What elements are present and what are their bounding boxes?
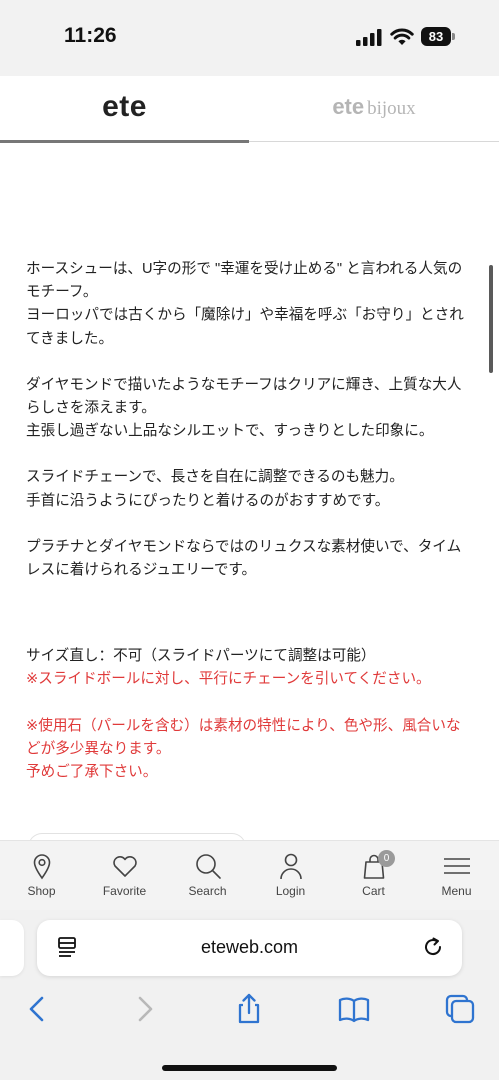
nav-cart[interactable]: 0 Cart	[332, 841, 415, 911]
description-text: ダイヤモンドで描いたようなモチーフはクリアに輝き、上質な大人らしさを添えます。	[26, 376, 462, 417]
description-text: ヨーロッパでは古くから「魔除け」や幸福を呼ぶ「お守り」とされてきました。	[26, 307, 464, 347]
description-paragraph: ホースシューは、U字の形で "幸運を受け止める" と言われる人気のモチーフ。 ヨ…	[26, 258, 474, 351]
nav-shop-label: Shop	[27, 884, 56, 898]
description-text: 手首に沿うようにぴったりと着けるのがおすすめです。	[26, 492, 390, 509]
forward-arrow-icon[interactable]	[128, 992, 162, 1026]
cellular-signal-icon	[356, 29, 382, 46]
user-icon	[280, 853, 302, 880]
tab-bijoux-main: ete	[332, 94, 365, 119]
description-paragraph: スライドチェーンで、長さを自在に調整できるのも魅力。 手首に沿うようにぴったりと…	[26, 466, 474, 512]
nav-menu[interactable]: Menu	[415, 841, 498, 911]
battery-level: 83	[428, 29, 444, 44]
site-bottom-nav: Shop Favorite Search Login 0 Cart Menu	[0, 840, 499, 910]
tab-ete-bijoux[interactable]: ete bijoux	[249, 76, 499, 142]
wifi-icon	[390, 28, 414, 45]
previous-tab-edge[interactable]	[0, 920, 24, 976]
description-text: プラチナとダイヤモンドならではのリュクスな素材使いで、タイムレスに着けられるジュ…	[26, 538, 462, 579]
size-notes: サイズ直し：不可（スライドパーツにて調整は可能） ※スライドボールに対し、平行に…	[26, 645, 474, 691]
description-text: スライドチェーンで、長さを自在に調整できるのも魅力。	[26, 469, 404, 486]
nav-shop[interactable]: Shop	[0, 841, 83, 911]
description-text: 主張し過ぎない上品なシルエットで、すっきりとした印象に。	[26, 423, 434, 440]
cart-count-badge: 0	[378, 850, 395, 867]
nav-favorite[interactable]: Favorite	[83, 841, 166, 911]
battery-cap	[452, 33, 455, 40]
stone-note-apology: 予めご了承下さい。	[26, 764, 158, 781]
search-icon	[196, 854, 221, 879]
hamburger-menu-icon	[444, 858, 470, 874]
tab-ete-label: ete	[102, 90, 147, 123]
description-paragraph: プラチナとダイヤモンドならではのリュクスな素材使いで、タイムレスに着けられるジュ…	[26, 536, 474, 582]
nav-search[interactable]: Search	[166, 841, 249, 911]
tab-ete[interactable]: ete	[0, 76, 249, 143]
status-bar: 11:26 83	[0, 0, 499, 76]
tab-bijoux-label: ete bijoux	[332, 94, 415, 120]
tab-bijoux-sub: bijoux	[367, 98, 416, 119]
active-tab-underline	[0, 140, 249, 143]
page-scrollbar[interactable]	[489, 265, 493, 373]
location-pin-icon	[33, 854, 51, 880]
nav-favorite-label: Favorite	[102, 884, 147, 898]
back-arrow-icon[interactable]	[20, 992, 54, 1026]
size-note: サイズ直し：不可（スライドパーツにて調整は可能）	[26, 648, 376, 665]
battery-indicator: 83	[421, 27, 455, 46]
heart-icon	[113, 855, 137, 877]
size-warning: ※スライドボールに対し、平行にチェーンを引いてください。	[26, 671, 431, 688]
nav-menu-label: Menu	[441, 884, 472, 898]
nav-login-label: Login	[275, 884, 306, 898]
nav-cart-label: Cart	[362, 884, 385, 898]
url-text[interactable]: eteweb.com	[37, 937, 462, 958]
browser-chrome: eteweb.com	[0, 910, 499, 1080]
home-indicator	[162, 1065, 337, 1071]
bookmarks-icon[interactable]	[337, 992, 371, 1026]
nav-login[interactable]: Login	[249, 841, 332, 911]
description-text: ホースシューは、U字の形で "幸運を受け止める" と言われる人気のモチーフ。	[26, 261, 463, 301]
share-icon[interactable]	[232, 992, 266, 1026]
status-time: 11:26	[64, 24, 117, 47]
stone-note: ※使用石（パールを含む）は素材の特性により、色や形、風合いなどが多少異なります。	[26, 717, 461, 757]
nav-search-label: Search	[188, 884, 227, 898]
tabs-icon[interactable]	[443, 992, 477, 1026]
stone-notes: ※使用石（パールを含む）は素材の特性により、色や形、風合いなどが多少異なります。…	[26, 715, 474, 785]
address-bar[interactable]: eteweb.com	[37, 920, 462, 976]
brand-tabs: ete ete bijoux	[0, 76, 499, 143]
reload-icon[interactable]	[421, 935, 445, 959]
description-paragraph: ダイヤモンドで描いたようなモチーフはクリアに輝き、上質な大人らしさを添えます。 …	[26, 374, 474, 444]
product-description: ホースシューは、U字の形で "幸運を受け止める" と言われる人気のモチーフ。 ヨ…	[26, 258, 474, 807]
